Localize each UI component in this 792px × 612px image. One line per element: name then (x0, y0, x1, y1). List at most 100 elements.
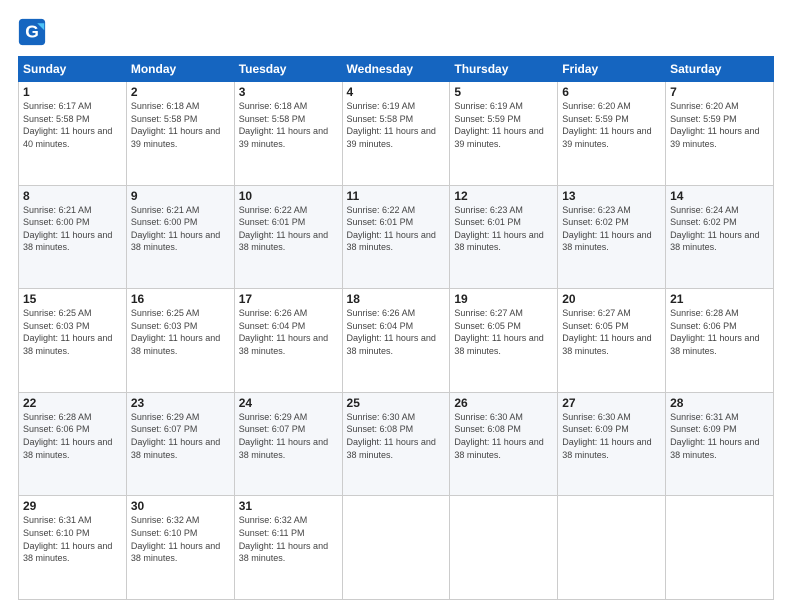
day-number: 21 (670, 292, 769, 306)
calendar-cell (558, 496, 666, 600)
calendar-cell: 12Sunrise: 6:23 AMSunset: 6:01 PMDayligh… (450, 185, 558, 289)
calendar-cell: 31Sunrise: 6:32 AMSunset: 6:11 PMDayligh… (234, 496, 342, 600)
day-number: 24 (239, 396, 338, 410)
day-number: 22 (23, 396, 122, 410)
svg-text:G: G (25, 21, 39, 41)
day-info: Sunrise: 6:22 AMSunset: 6:01 PMDaylight:… (347, 204, 446, 254)
day-number: 13 (562, 189, 661, 203)
calendar-cell: 18Sunrise: 6:26 AMSunset: 6:04 PMDayligh… (342, 289, 450, 393)
day-number: 18 (347, 292, 446, 306)
day-number: 4 (347, 85, 446, 99)
col-header-wednesday: Wednesday (342, 57, 450, 82)
day-number: 26 (454, 396, 553, 410)
day-info: Sunrise: 6:24 AMSunset: 6:02 PMDaylight:… (670, 204, 769, 254)
page: G SundayMondayTuesdayWednesdayThursdayFr… (0, 0, 792, 612)
day-number: 8 (23, 189, 122, 203)
calendar-cell (342, 496, 450, 600)
calendar-cell: 6Sunrise: 6:20 AMSunset: 5:59 PMDaylight… (558, 82, 666, 186)
day-info: Sunrise: 6:18 AMSunset: 5:58 PMDaylight:… (131, 100, 230, 150)
day-info: Sunrise: 6:28 AMSunset: 6:06 PMDaylight:… (670, 307, 769, 357)
calendar-table: SundayMondayTuesdayWednesdayThursdayFrid… (18, 56, 774, 600)
col-header-sunday: Sunday (19, 57, 127, 82)
logo: G (18, 18, 50, 46)
col-header-saturday: Saturday (666, 57, 774, 82)
day-number: 30 (131, 499, 230, 513)
day-info: Sunrise: 6:27 AMSunset: 6:05 PMDaylight:… (562, 307, 661, 357)
day-info: Sunrise: 6:19 AMSunset: 5:58 PMDaylight:… (347, 100, 446, 150)
day-number: 31 (239, 499, 338, 513)
day-info: Sunrise: 6:20 AMSunset: 5:59 PMDaylight:… (670, 100, 769, 150)
calendar-cell: 4Sunrise: 6:19 AMSunset: 5:58 PMDaylight… (342, 82, 450, 186)
calendar-cell: 11Sunrise: 6:22 AMSunset: 6:01 PMDayligh… (342, 185, 450, 289)
day-number: 5 (454, 85, 553, 99)
calendar-cell (450, 496, 558, 600)
calendar-cell: 22Sunrise: 6:28 AMSunset: 6:06 PMDayligh… (19, 392, 127, 496)
day-number: 6 (562, 85, 661, 99)
calendar-cell: 19Sunrise: 6:27 AMSunset: 6:05 PMDayligh… (450, 289, 558, 393)
day-info: Sunrise: 6:30 AMSunset: 6:08 PMDaylight:… (454, 411, 553, 461)
day-info: Sunrise: 6:22 AMSunset: 6:01 PMDaylight:… (239, 204, 338, 254)
day-number: 7 (670, 85, 769, 99)
day-number: 20 (562, 292, 661, 306)
day-info: Sunrise: 6:17 AMSunset: 5:58 PMDaylight:… (23, 100, 122, 150)
day-info: Sunrise: 6:29 AMSunset: 6:07 PMDaylight:… (131, 411, 230, 461)
calendar-cell: 1Sunrise: 6:17 AMSunset: 5:58 PMDaylight… (19, 82, 127, 186)
calendar-cell: 13Sunrise: 6:23 AMSunset: 6:02 PMDayligh… (558, 185, 666, 289)
day-info: Sunrise: 6:31 AMSunset: 6:10 PMDaylight:… (23, 514, 122, 564)
day-info: Sunrise: 6:23 AMSunset: 6:02 PMDaylight:… (562, 204, 661, 254)
day-info: Sunrise: 6:20 AMSunset: 5:59 PMDaylight:… (562, 100, 661, 150)
header: G (18, 18, 774, 46)
calendar-cell: 28Sunrise: 6:31 AMSunset: 6:09 PMDayligh… (666, 392, 774, 496)
calendar-cell: 25Sunrise: 6:30 AMSunset: 6:08 PMDayligh… (342, 392, 450, 496)
day-number: 11 (347, 189, 446, 203)
day-number: 23 (131, 396, 230, 410)
day-info: Sunrise: 6:31 AMSunset: 6:09 PMDaylight:… (670, 411, 769, 461)
calendar-cell: 3Sunrise: 6:18 AMSunset: 5:58 PMDaylight… (234, 82, 342, 186)
calendar-cell: 23Sunrise: 6:29 AMSunset: 6:07 PMDayligh… (126, 392, 234, 496)
day-number: 3 (239, 85, 338, 99)
day-info: Sunrise: 6:19 AMSunset: 5:59 PMDaylight:… (454, 100, 553, 150)
day-number: 16 (131, 292, 230, 306)
day-info: Sunrise: 6:25 AMSunset: 6:03 PMDaylight:… (23, 307, 122, 357)
day-info: Sunrise: 6:23 AMSunset: 6:01 PMDaylight:… (454, 204, 553, 254)
day-info: Sunrise: 6:21 AMSunset: 6:00 PMDaylight:… (23, 204, 122, 254)
day-info: Sunrise: 6:25 AMSunset: 6:03 PMDaylight:… (131, 307, 230, 357)
day-info: Sunrise: 6:27 AMSunset: 6:05 PMDaylight:… (454, 307, 553, 357)
calendar-cell: 20Sunrise: 6:27 AMSunset: 6:05 PMDayligh… (558, 289, 666, 393)
day-number: 17 (239, 292, 338, 306)
day-info: Sunrise: 6:28 AMSunset: 6:06 PMDaylight:… (23, 411, 122, 461)
calendar-cell: 10Sunrise: 6:22 AMSunset: 6:01 PMDayligh… (234, 185, 342, 289)
day-info: Sunrise: 6:32 AMSunset: 6:11 PMDaylight:… (239, 514, 338, 564)
day-number: 12 (454, 189, 553, 203)
col-header-friday: Friday (558, 57, 666, 82)
day-info: Sunrise: 6:30 AMSunset: 6:09 PMDaylight:… (562, 411, 661, 461)
day-info: Sunrise: 6:29 AMSunset: 6:07 PMDaylight:… (239, 411, 338, 461)
calendar-cell (666, 496, 774, 600)
calendar-cell: 9Sunrise: 6:21 AMSunset: 6:00 PMDaylight… (126, 185, 234, 289)
day-number: 9 (131, 189, 230, 203)
day-info: Sunrise: 6:18 AMSunset: 5:58 PMDaylight:… (239, 100, 338, 150)
calendar-cell: 15Sunrise: 6:25 AMSunset: 6:03 PMDayligh… (19, 289, 127, 393)
day-number: 27 (562, 396, 661, 410)
logo-icon: G (18, 18, 46, 46)
calendar-cell: 14Sunrise: 6:24 AMSunset: 6:02 PMDayligh… (666, 185, 774, 289)
day-number: 25 (347, 396, 446, 410)
calendar-cell: 29Sunrise: 6:31 AMSunset: 6:10 PMDayligh… (19, 496, 127, 600)
day-info: Sunrise: 6:21 AMSunset: 6:00 PMDaylight:… (131, 204, 230, 254)
calendar-cell: 24Sunrise: 6:29 AMSunset: 6:07 PMDayligh… (234, 392, 342, 496)
calendar-cell: 21Sunrise: 6:28 AMSunset: 6:06 PMDayligh… (666, 289, 774, 393)
calendar-cell: 26Sunrise: 6:30 AMSunset: 6:08 PMDayligh… (450, 392, 558, 496)
calendar-cell: 17Sunrise: 6:26 AMSunset: 6:04 PMDayligh… (234, 289, 342, 393)
day-info: Sunrise: 6:26 AMSunset: 6:04 PMDaylight:… (239, 307, 338, 357)
day-info: Sunrise: 6:26 AMSunset: 6:04 PMDaylight:… (347, 307, 446, 357)
day-number: 28 (670, 396, 769, 410)
col-header-monday: Monday (126, 57, 234, 82)
day-number: 10 (239, 189, 338, 203)
day-number: 14 (670, 189, 769, 203)
day-number: 15 (23, 292, 122, 306)
day-info: Sunrise: 6:30 AMSunset: 6:08 PMDaylight:… (347, 411, 446, 461)
col-header-thursday: Thursday (450, 57, 558, 82)
calendar-cell: 16Sunrise: 6:25 AMSunset: 6:03 PMDayligh… (126, 289, 234, 393)
calendar-cell: 27Sunrise: 6:30 AMSunset: 6:09 PMDayligh… (558, 392, 666, 496)
calendar-cell: 5Sunrise: 6:19 AMSunset: 5:59 PMDaylight… (450, 82, 558, 186)
